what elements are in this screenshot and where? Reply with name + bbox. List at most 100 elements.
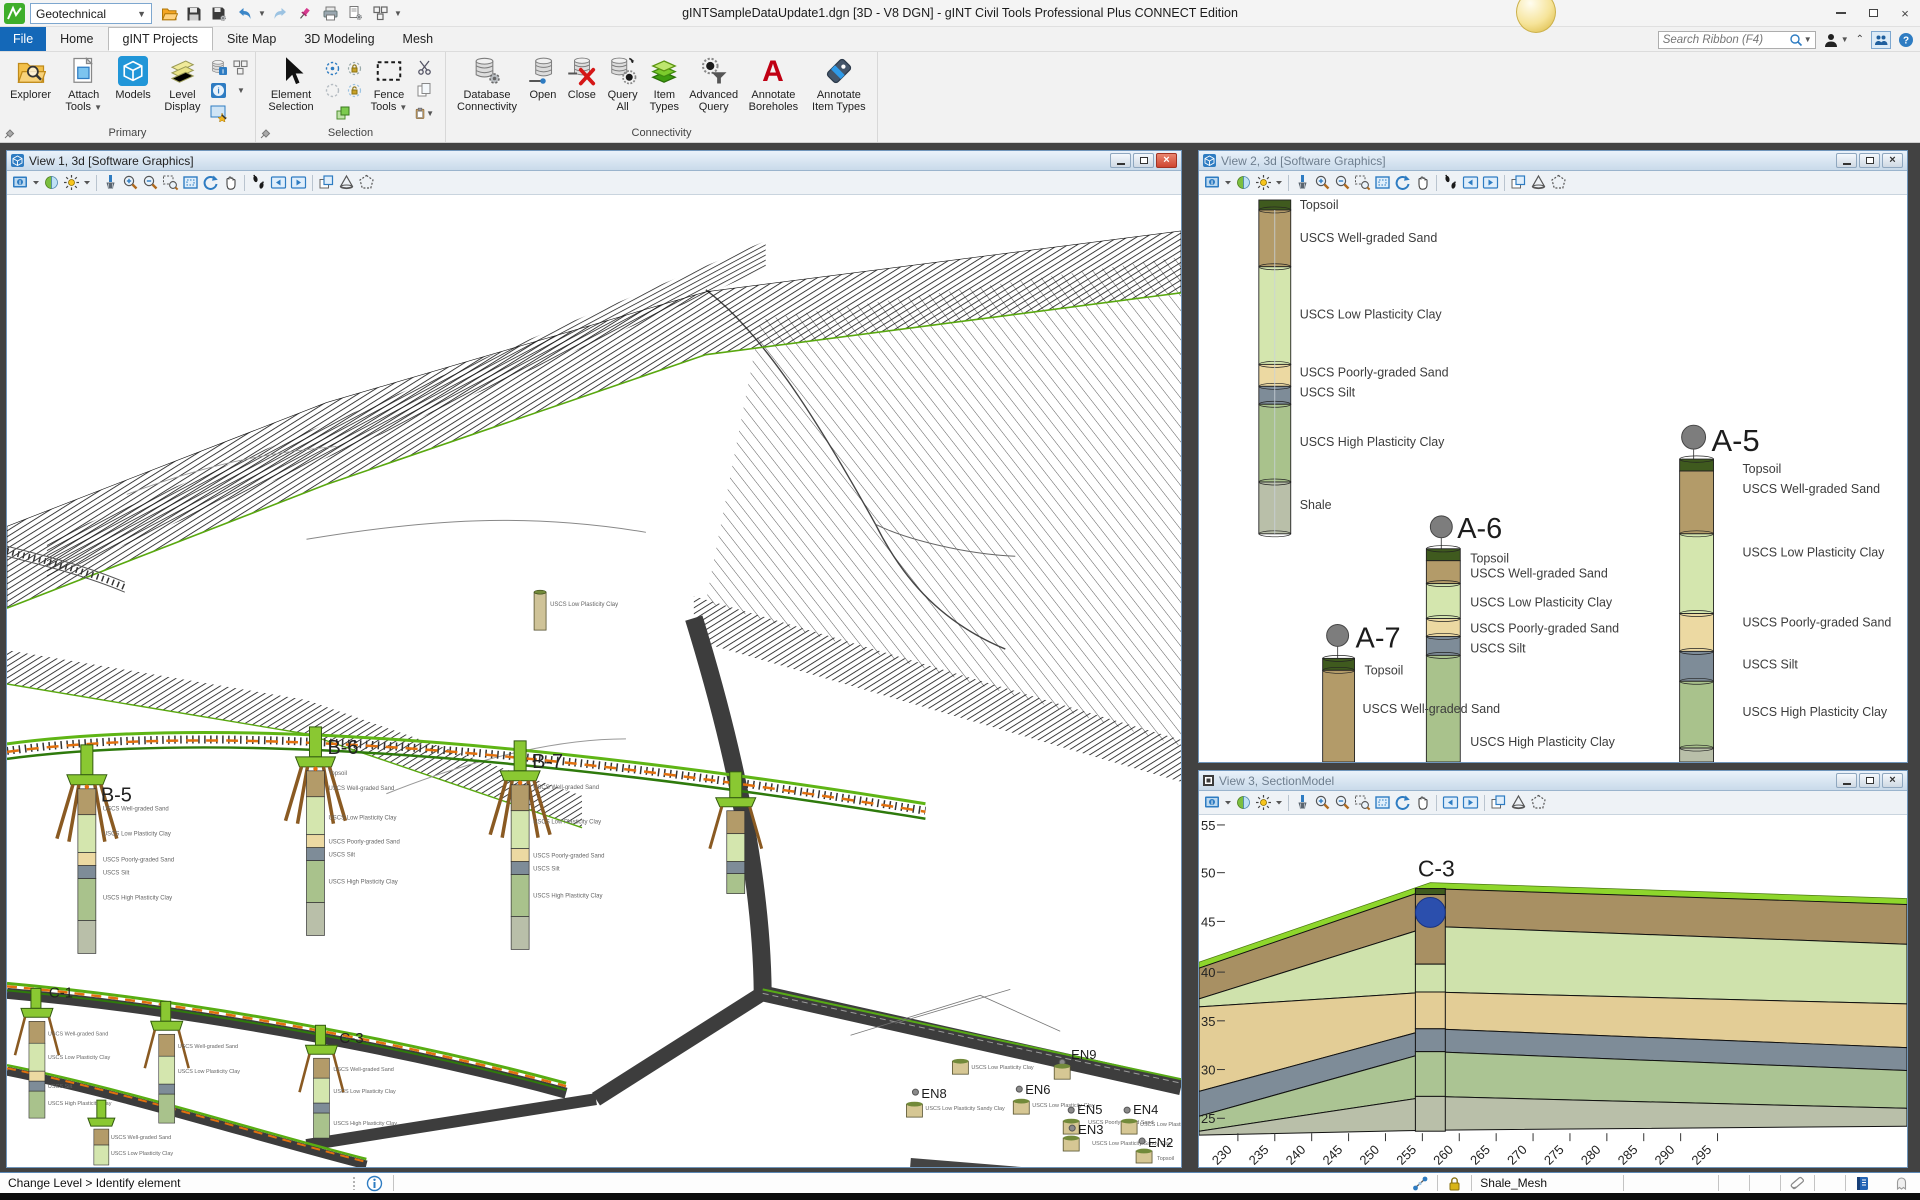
window-area-icon[interactable] (162, 174, 179, 191)
clip-volume-icon[interactable] (1530, 174, 1547, 191)
section-borehole-c3[interactable] (1414, 888, 1446, 1132)
view-next-icon[interactable] (1462, 794, 1479, 811)
level-manager-icon[interactable]: i (209, 57, 229, 77)
view3-close-button[interactable]: × (1882, 773, 1903, 788)
view3-minimize-button[interactable] (1836, 773, 1857, 788)
close-button-db[interactable]: Close (562, 54, 602, 124)
clip-volume-icon[interactable] (1510, 794, 1527, 811)
explorer-button[interactable]: Explorer (4, 54, 57, 124)
snap-mode-icon[interactable] (1412, 1175, 1429, 1192)
zoom-out-icon[interactable] (1334, 794, 1351, 811)
rotate-view-icon[interactable] (1394, 174, 1411, 191)
paste-icon[interactable]: ▼ (414, 103, 434, 123)
tab-site-map[interactable]: Site Map (213, 27, 290, 51)
item-types-button[interactable]: Item Types (643, 54, 685, 124)
view2-canvas[interactable]: Topsoil USCS Well-graded Sand USCS Low P… (1199, 195, 1907, 762)
element-information-icon[interactable]: i (209, 80, 229, 100)
level-display-button[interactable]: Level Display (156, 54, 209, 124)
query-all-button[interactable]: Query All (602, 54, 644, 124)
chevron-down-icon[interactable] (83, 174, 91, 191)
zoom-in-icon[interactable] (1314, 794, 1331, 811)
primary-more-chevron-icon[interactable]: ▼ (231, 80, 251, 100)
clipboard-ghost-icon[interactable] (1893, 1175, 1910, 1192)
chevron-down-icon[interactable] (1224, 794, 1232, 811)
brightness-icon[interactable] (1255, 794, 1272, 811)
zoom-out-icon[interactable] (142, 174, 159, 191)
fit-view-icon[interactable] (182, 174, 199, 191)
annotate-item-types-button[interactable]: Annotate Item Types (805, 54, 873, 124)
view1-canvas[interactable]: B-5 USCS Well-graded Sand USCS Low Plasti… (7, 195, 1181, 1167)
collapse-ribbon-icon[interactable]: ⌃ (1856, 34, 1864, 45)
restore-button[interactable] (1864, 5, 1882, 21)
pan-view-icon[interactable] (1414, 174, 1431, 191)
active-level[interactable]: Shale_Mesh (1480, 1176, 1547, 1190)
user-icon[interactable] (1823, 32, 1839, 48)
selection-set-icon[interactable] (1789, 1175, 1806, 1192)
tab-home[interactable]: Home (46, 27, 107, 51)
view3-titlebar[interactable]: View 3, SectionModel × (1199, 771, 1907, 791)
view-previous-icon[interactable] (270, 174, 287, 191)
tab-3d-modeling[interactable]: 3D Modeling (290, 27, 388, 51)
view1-close-button[interactable]: × (1156, 153, 1177, 168)
view-next-icon[interactable] (1482, 174, 1499, 191)
statusbar-grip[interactable] (352, 1176, 357, 1190)
view1-restore-button[interactable] (1133, 153, 1154, 168)
select-active-icon[interactable] (322, 58, 342, 78)
view3-restore-button[interactable] (1859, 773, 1880, 788)
advanced-query-button[interactable]: Advanced Query (685, 54, 742, 124)
chevron-down-icon[interactable] (1275, 794, 1283, 811)
help-icon[interactable]: ? (1898, 32, 1914, 48)
display-style-icon[interactable] (1235, 174, 1252, 191)
copy-view-icon[interactable] (318, 174, 335, 191)
display-style-icon[interactable] (1235, 794, 1252, 811)
zoom-out-icon[interactable] (1334, 174, 1351, 191)
view-previous-icon[interactable] (1442, 794, 1459, 811)
tab-gint-projects[interactable]: gINT Projects (107, 27, 213, 51)
chevron-down-icon[interactable] (32, 174, 40, 191)
fit-view-icon[interactable] (1374, 174, 1391, 191)
clip-mask-icon[interactable] (1530, 794, 1547, 811)
user-menu-chevron-icon[interactable]: ▼ (1841, 35, 1849, 44)
window-tile-icon[interactable] (231, 57, 251, 77)
annotate-boreholes-button[interactable]: A Annotate Boreholes (742, 54, 805, 124)
locks-icon[interactable] (1446, 1175, 1463, 1192)
view-attributes-icon[interactable] (1204, 794, 1221, 811)
tab-mesh[interactable]: Mesh (389, 27, 448, 51)
chevron-down-icon[interactable] (1275, 174, 1283, 191)
models-button[interactable]: Models (110, 54, 156, 124)
borehole-log-left[interactable] (1258, 199, 1292, 538)
clip-mask-icon[interactable] (358, 174, 375, 191)
fit-view-icon[interactable] (1374, 794, 1391, 811)
tab-file[interactable]: File (0, 27, 47, 51)
attach-tools-button[interactable]: Attach Tools ▼ (57, 54, 110, 124)
zoom-in-icon[interactable] (122, 174, 139, 191)
cut-icon[interactable] (414, 57, 434, 77)
zoom-in-icon[interactable] (1314, 174, 1331, 191)
brightness-icon[interactable] (63, 174, 80, 191)
copy-view-icon[interactable] (1490, 794, 1507, 811)
saved-views-icon[interactable] (209, 103, 229, 123)
pan-view-icon[interactable] (222, 174, 239, 191)
chevron-down-icon[interactable] (1224, 174, 1232, 191)
copy-icon[interactable] (414, 80, 434, 100)
display-style-icon[interactable] (43, 174, 60, 191)
fence-tools-button[interactable]: Fence Tools ▼ (364, 54, 414, 124)
clip-mask-icon[interactable] (1550, 174, 1567, 191)
rotate-view-icon[interactable] (202, 174, 219, 191)
view1-titlebar[interactable]: View 1, 3d [Software Graphics] × (7, 151, 1181, 171)
view1-minimize-button[interactable] (1110, 153, 1131, 168)
update-view-icon[interactable] (1294, 794, 1311, 811)
search-scope-chevron-icon[interactable]: ▼ (1804, 35, 1815, 44)
update-view-icon[interactable] (102, 174, 119, 191)
select-unlock-icon[interactable] (344, 80, 364, 100)
models-book-icon[interactable] (1854, 1175, 1871, 1192)
walk-icon[interactable] (250, 174, 267, 191)
update-view-icon[interactable] (1294, 174, 1311, 191)
element-selection-button[interactable]: Element Selection (260, 54, 322, 124)
rotate-view-icon[interactable] (1394, 794, 1411, 811)
search-icon[interactable] (1788, 32, 1804, 48)
view2-restore-button[interactable] (1859, 153, 1880, 168)
view2-close-button[interactable]: × (1882, 153, 1903, 168)
view-attributes-icon[interactable] (1204, 174, 1221, 191)
walk-icon[interactable] (1442, 174, 1459, 191)
